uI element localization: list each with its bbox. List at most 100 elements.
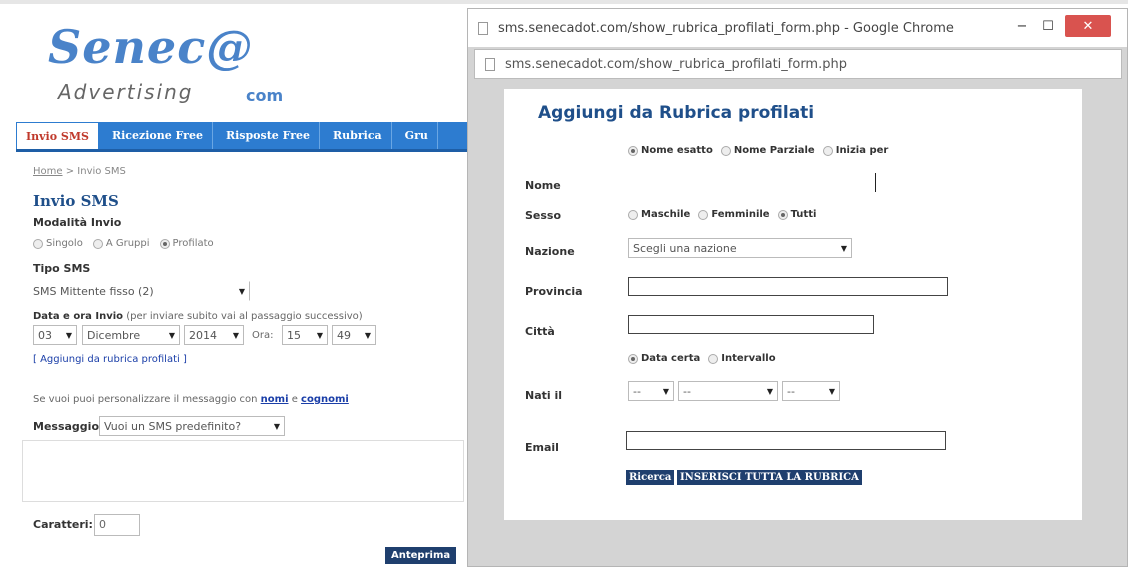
nati-year-value: --: [787, 384, 795, 398]
window-title: sms.senecadot.com/show_rubrica_profilati…: [498, 20, 954, 36]
ricerca-button[interactable]: Ricerca: [626, 470, 675, 485]
radio-nome-parziale[interactable]: [720, 145, 731, 156]
main-navbar: Invio SMS Ricezione Free Risposte Free R…: [16, 122, 476, 152]
radio-nome-parziale-label: Nome Parziale: [733, 145, 815, 156]
data-ora-hint: (per inviare subito vai al passaggio suc…: [126, 311, 363, 322]
caratteri-label: Caratteri:: [33, 518, 93, 531]
chevron-down-icon: ▼: [364, 330, 371, 340]
modalita-label: Modalità Invio: [33, 216, 122, 229]
tipo-sms-label: Tipo SMS: [33, 262, 91, 275]
radio-data-certa[interactable]: [628, 353, 638, 364]
nav-gruppi[interactable]: Gru: [395, 122, 438, 149]
page-title: Invio SMS: [33, 192, 119, 210]
messaggio-label: Messaggio: [33, 420, 99, 433]
email-label: Email: [525, 441, 559, 454]
popup-title: Aggiungi da Rubrica profilati: [538, 103, 815, 123]
chevron-down-icon: ▼: [662, 386, 669, 396]
minute-select[interactable]: 49 ▼: [332, 325, 376, 345]
ora-label: Ora:: [252, 330, 274, 341]
page-icon: [485, 57, 495, 71]
minimize-icon[interactable]: −: [1011, 15, 1033, 37]
nome-input[interactable]: [626, 173, 876, 192]
nav-ricezione-free[interactable]: Ricezione Free: [102, 122, 213, 149]
radio-profilato[interactable]: [159, 238, 170, 249]
sesso-label: Sesso: [525, 209, 562, 222]
radio-nome-esatto[interactable]: [628, 145, 638, 156]
nati-day-value: --: [633, 384, 641, 398]
nati-year-select[interactable]: -- ▼: [782, 381, 840, 401]
chevron-down-icon: ▼: [273, 421, 280, 431]
radio-femminile[interactable]: [698, 209, 709, 220]
messaggio-select[interactable]: Vuoi un SMS predefinito? ▼: [99, 416, 285, 436]
hour-value: 15: [287, 328, 301, 342]
message-textarea[interactable]: [22, 440, 464, 502]
data-ora-label: Data e ora Invio: [33, 311, 124, 322]
radio-maschile[interactable]: [628, 209, 638, 220]
chevron-down-icon: ▼: [840, 243, 847, 253]
email-input[interactable]: [626, 431, 946, 450]
radio-inizia-per-label: Inizia per: [835, 145, 889, 156]
year-value: 2014: [189, 328, 217, 342]
radio-singolo-label: Singolo: [46, 238, 83, 249]
radio-a-gruppi[interactable]: [92, 238, 103, 249]
radio-data-certa-label: Data certa: [641, 353, 701, 364]
chevron-down-icon: ▼: [168, 330, 175, 340]
caratteri-counter: 0: [94, 514, 140, 536]
tipo-sms-select[interactable]: SMS Mittente fisso (2) ▼: [28, 281, 250, 301]
radio-nome-esatto-label: Nome esatto: [641, 145, 713, 156]
radio-profilato-label: Profilato: [172, 238, 214, 249]
modalita-radio-group: Singolo A Gruppi Profilato: [33, 238, 224, 249]
maximize-icon[interactable]: ☐: [1037, 15, 1059, 37]
radio-femminile-label: Femminile: [711, 209, 770, 220]
tipo-sms-value: SMS Mittente fisso (2): [33, 284, 154, 298]
nati-day-select[interactable]: -- ▼: [628, 381, 674, 401]
nazione-value: Scegli una nazione: [633, 241, 737, 255]
aggiungi-rubrica-link[interactable]: [ Aggiungi da rubrica profilati ]: [33, 354, 187, 365]
chevron-down-icon: ▼: [766, 386, 773, 396]
month-value: Dicembre: [87, 328, 141, 342]
citta-label: Città: [525, 325, 555, 338]
chevron-down-icon: ▼: [828, 386, 835, 396]
chevron-down-icon: ▼: [238, 286, 245, 296]
e-text: e: [288, 394, 302, 405]
radio-tutti[interactable]: [777, 209, 788, 220]
logo-main-text: Senec@: [48, 20, 254, 74]
breadcrumb-current: Invio SMS: [77, 166, 126, 177]
radio-inizia-per[interactable]: [822, 145, 833, 156]
cognomi-link[interactable]: cognomi: [301, 394, 349, 405]
address-url: sms.senecadot.com/show_rubrica_profilati…: [505, 56, 847, 72]
day-value: 03: [38, 328, 52, 342]
provincia-input[interactable]: [628, 277, 948, 296]
senecadot-logo[interactable]: Senec@ Advertising com: [48, 20, 308, 110]
data-ora-row: Data e ora Invio (per inviare subito vai…: [33, 311, 363, 322]
radio-intervallo[interactable]: [708, 353, 719, 364]
breadcrumb-separator: >: [62, 166, 78, 177]
personalizza-text: Se vuoi puoi personalizzare il messaggio…: [33, 394, 258, 405]
radio-singolo[interactable]: [33, 238, 43, 249]
anteprima-button[interactable]: Anteprima: [385, 547, 457, 564]
popup-content: Aggiungi da Rubrica profilati Nome esatt…: [504, 89, 1082, 520]
nomi-link[interactable]: nomi: [261, 394, 289, 405]
logo-sub-text: Advertising: [58, 80, 194, 104]
logo-com-text: com: [246, 86, 284, 105]
inserisci-tutta-rubrica-button[interactable]: INSERISCI TUTTA LA RUBRICA: [677, 470, 862, 485]
nav-invio-sms[interactable]: Invio SMS: [16, 122, 99, 149]
chrome-popup-window: sms.senecadot.com/show_rubrica_profilati…: [467, 8, 1128, 567]
day-select[interactable]: 03 ▼: [33, 325, 77, 345]
hour-select[interactable]: 15 ▼: [282, 325, 328, 345]
nazione-select[interactable]: Scegli una nazione ▼: [628, 238, 852, 258]
nome-label: Nome: [525, 179, 561, 192]
date-mode-radio-group: Data certa Intervallo: [628, 353, 784, 364]
month-select[interactable]: Dicembre ▼: [82, 325, 180, 345]
close-icon[interactable]: ✕: [1065, 15, 1111, 37]
nati-month-select[interactable]: -- ▼: [678, 381, 778, 401]
nav-rubrica[interactable]: Rubrica: [324, 122, 392, 149]
year-select[interactable]: 2014 ▼: [184, 325, 244, 345]
breadcrumb-home-link[interactable]: Home: [33, 166, 63, 177]
nav-risposte-free[interactable]: Risposte Free: [216, 122, 321, 149]
provincia-label: Provincia: [525, 285, 583, 298]
nati-label: Nati il: [525, 389, 563, 402]
page-icon: [478, 21, 488, 35]
address-bar[interactable]: sms.senecadot.com/show_rubrica_profilati…: [474, 49, 1122, 79]
citta-input[interactable]: [628, 315, 874, 334]
